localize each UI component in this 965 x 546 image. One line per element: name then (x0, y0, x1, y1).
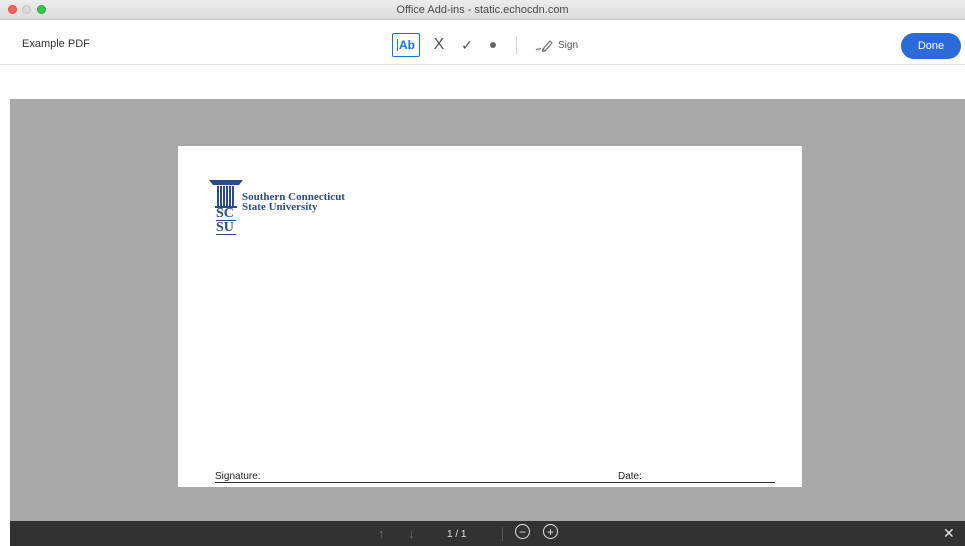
document-title: Example PDF (22, 38, 90, 50)
sign-label: Sign (558, 39, 579, 51)
pen-sign-icon (535, 40, 553, 52)
signature-line (215, 482, 775, 483)
pdf-page[interactable]: Southern Connecticut State University SC… (178, 146, 802, 487)
previous-page-button[interactable]: ↑ (378, 526, 385, 541)
sign-tool[interactable]: Sign (535, 38, 578, 52)
navigation-divider (502, 527, 503, 541)
page-indicator: 1 / 1 (447, 529, 467, 540)
done-button[interactable]: Done (901, 33, 961, 59)
zoom-in-button[interactable]: + (543, 524, 558, 539)
toolbar-divider (516, 36, 517, 54)
university-name: Southern Connecticut State University (242, 192, 345, 213)
add-text-label: Ab (399, 38, 415, 52)
university-logo: Southern Connecticut State University SC… (209, 180, 379, 250)
app-window: Office Add-ins - static.echocdn.com Exam… (0, 0, 965, 546)
date-label: Date: (618, 471, 642, 482)
dot-tool[interactable] (490, 42, 496, 48)
check-mark-tool[interactable]: ✓ (460, 37, 474, 54)
next-page-button[interactable]: ↓ (408, 526, 415, 541)
text-cursor-icon (397, 39, 398, 51)
zoom-out-button[interactable]: − (515, 524, 530, 539)
university-monogram: SC SU (216, 207, 236, 235)
toolbar-spacer (10, 66, 965, 99)
add-text-tool[interactable]: Ab (392, 33, 420, 57)
university-name-line2: State University (242, 201, 318, 213)
window-title: Office Add-ins - static.echocdn.com (396, 4, 569, 16)
monogram-line2: SU (216, 221, 236, 235)
close-viewer-button[interactable]: ✕ (943, 525, 955, 542)
fill-sign-tools: Ab X ✓ Sign (392, 33, 578, 57)
signature-label: Signature: (215, 471, 261, 482)
toolbar: Example PDF Ab X ✓ Sign Done (0, 21, 965, 65)
title-bar: Office Add-ins - static.echocdn.com (0, 0, 965, 20)
cross-mark-tool[interactable]: X (432, 36, 446, 54)
monogram-line1: SC (216, 207, 236, 221)
page-navigation-bar: ↑ ↓ 1 / 1 − + ✕ (10, 521, 965, 546)
